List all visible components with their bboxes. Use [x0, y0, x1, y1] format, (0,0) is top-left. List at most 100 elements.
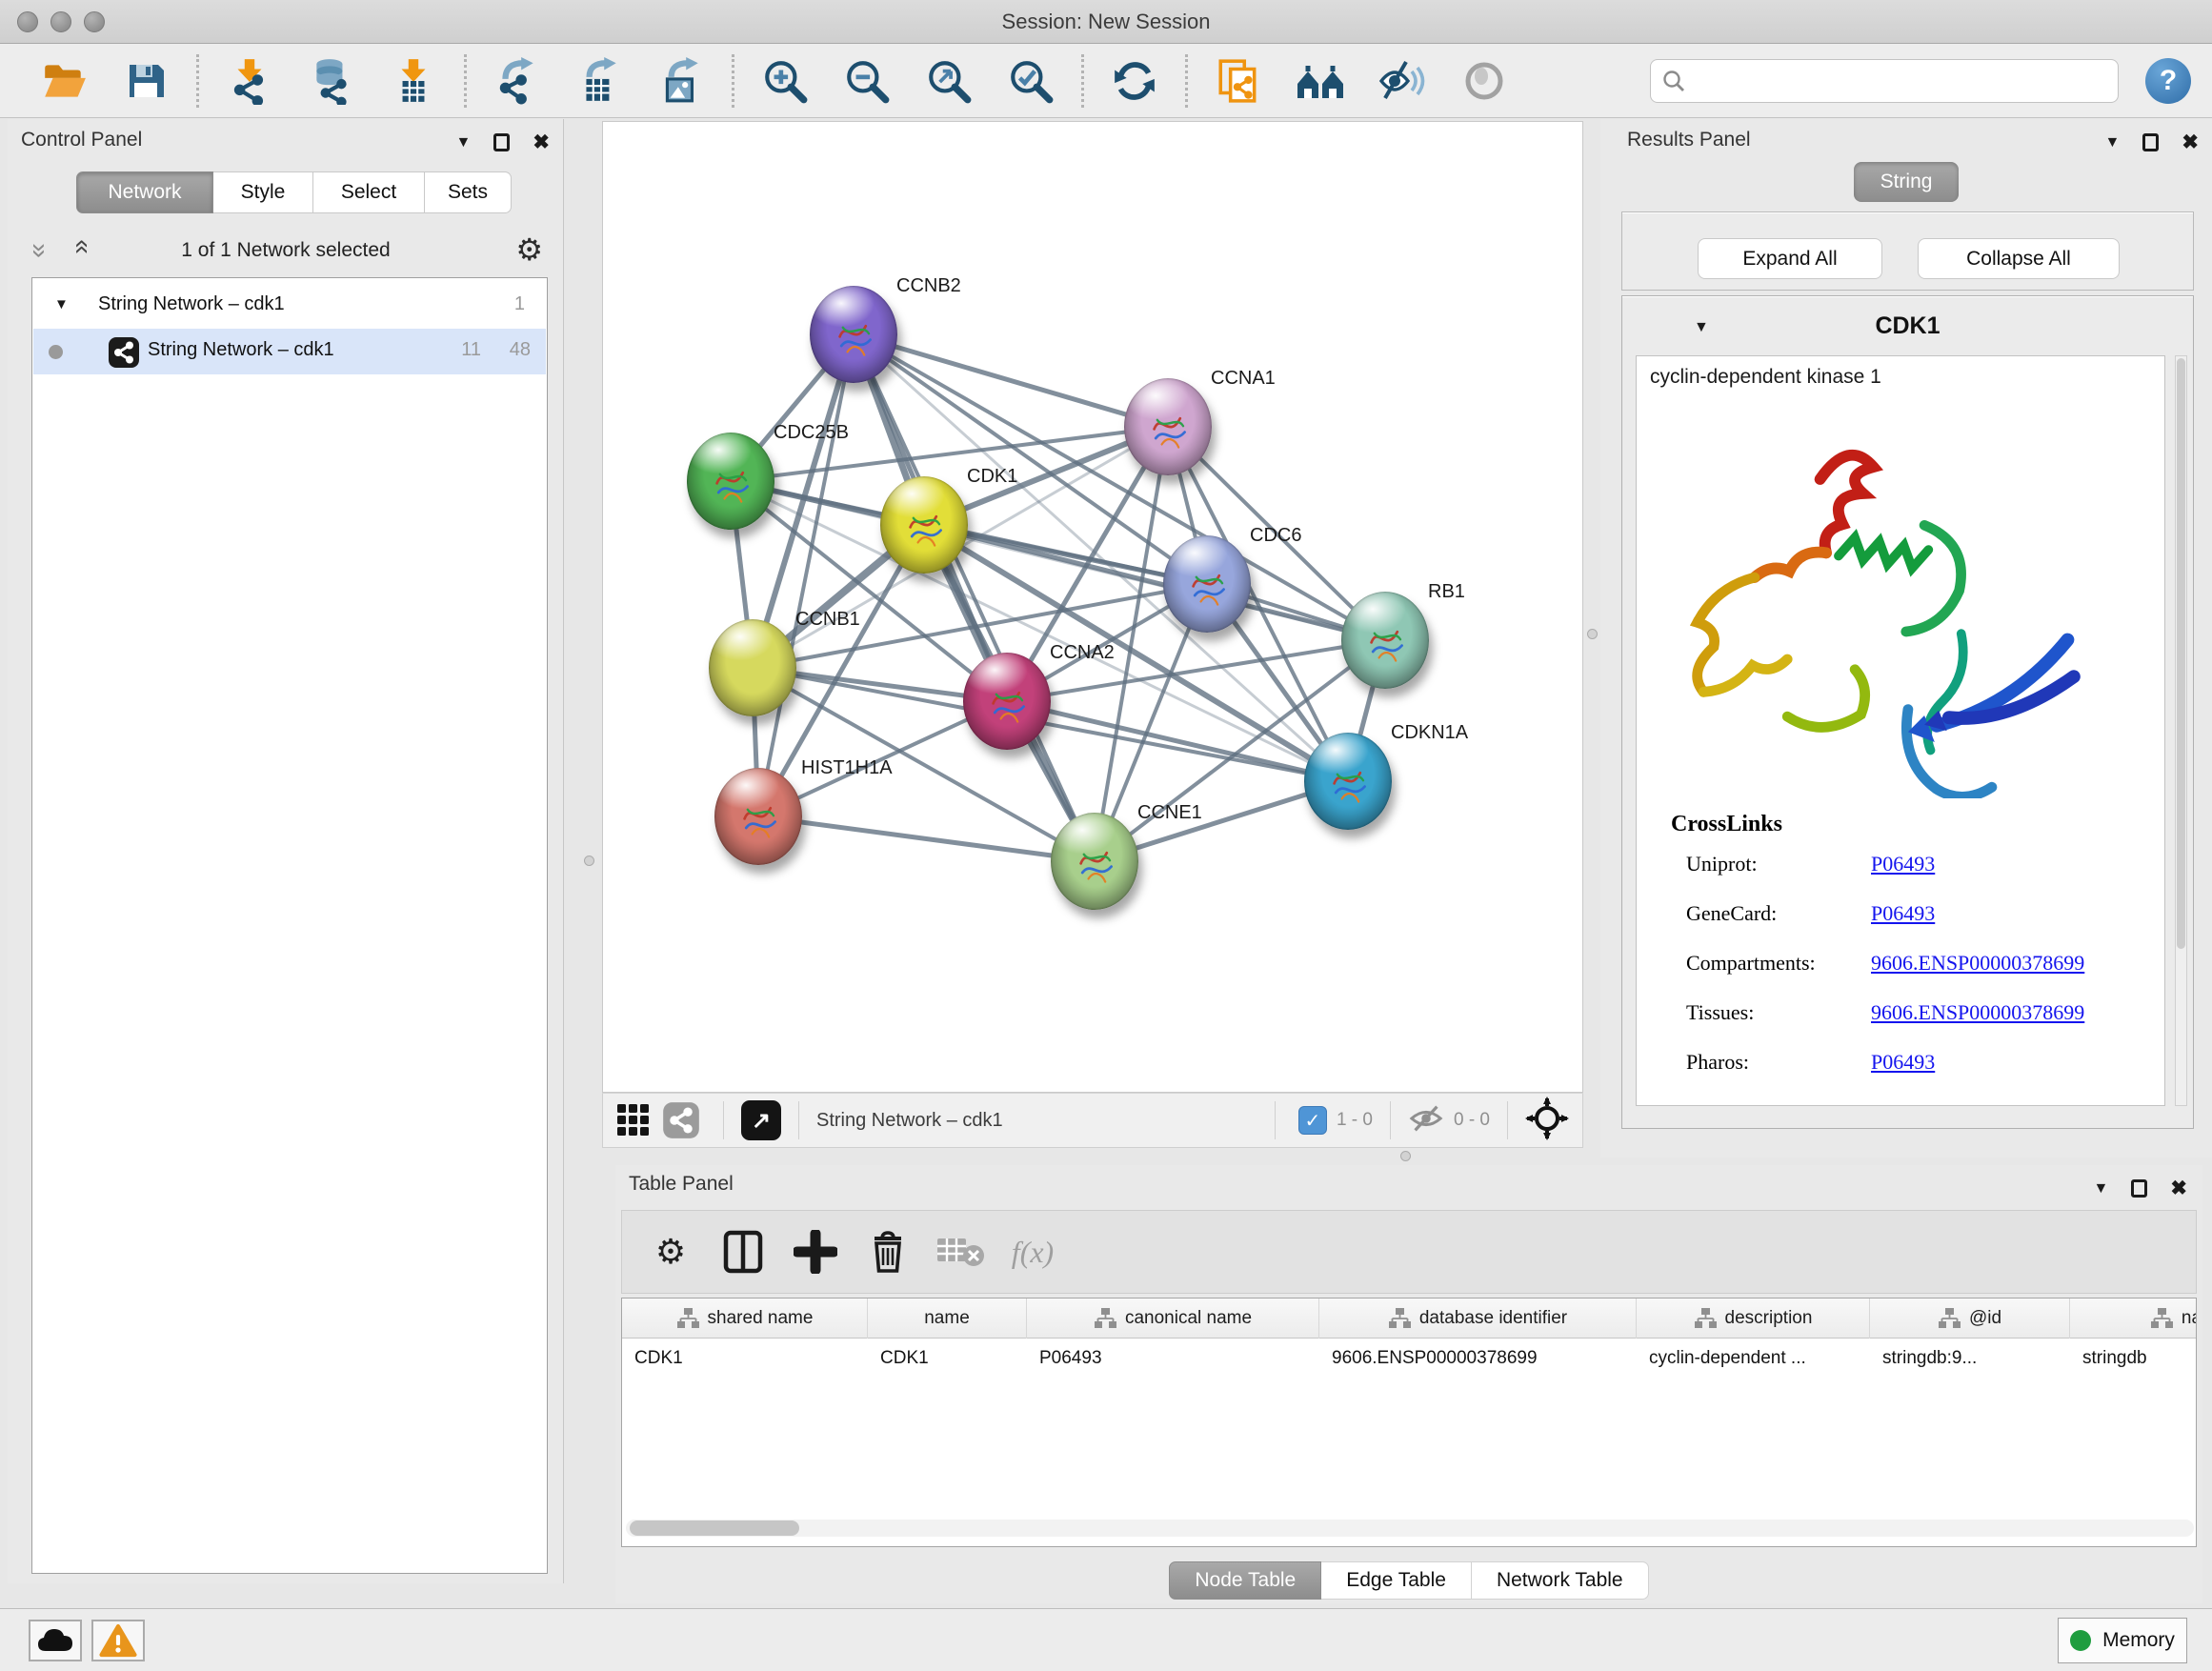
tab-network-table[interactable]: Network Table [1472, 1561, 1649, 1600]
network-canvas[interactable]: CCNB2 CCNA1 CDC25B CDK1 CDC6 RB1CCNB1 CC… [602, 121, 1583, 1093]
birds-eye-view-icon[interactable] [1525, 1097, 1569, 1145]
panel-float-icon[interactable] [2131, 1179, 2147, 1198]
string-home-icon[interactable] [1295, 55, 1346, 107]
export-image-icon[interactable] [655, 55, 707, 107]
node-label-CDC25B: CDC25B [774, 422, 849, 444]
crosslink-link[interactable]: P06493 [1871, 852, 1935, 876]
expand-all-button[interactable]: Expand All [1698, 238, 1882, 279]
delete-column-icon[interactable] [860, 1224, 915, 1279]
open-network-external-icon[interactable]: ↗ [741, 1100, 781, 1140]
zoom-fit-icon[interactable] [923, 55, 975, 107]
node-CDK1[interactable] [880, 476, 968, 574]
tab-string[interactable]: String [1854, 162, 1959, 202]
column-header-@id[interactable]: @id [1870, 1299, 2070, 1339]
results-scrollbar-thumb[interactable] [2177, 358, 2185, 949]
tab-edge-table[interactable]: Edge Table [1321, 1561, 1472, 1600]
crosslink-link[interactable]: P06493 [1871, 901, 1935, 926]
arrow-ne-glyph: ↗ [752, 1107, 771, 1135]
crosslink-link[interactable]: 9606.ENSP00000378699 [1871, 951, 2084, 976]
panel-menu-icon[interactable]: ▼ [456, 134, 472, 151]
tab-style[interactable]: Style [213, 171, 313, 213]
table-row[interactable]: CDK1CDK1P064939606.ENSP00000378699cyclin… [622, 1339, 2197, 1379]
zoom-selected-icon[interactable] [1005, 55, 1056, 107]
node-CCNB2[interactable] [810, 286, 897, 383]
open-session-icon[interactable] [38, 55, 90, 107]
panel-float-icon[interactable] [2142, 133, 2159, 151]
level-of-detail-icon[interactable] [1458, 55, 1510, 107]
node-CCNA2[interactable] [963, 653, 1051, 750]
node-CCNB1[interactable] [709, 619, 796, 716]
tab-node-table[interactable]: Node Table [1169, 1561, 1321, 1600]
panel-float-icon[interactable] [493, 133, 510, 151]
panel-close-icon[interactable]: ✖ [2182, 131, 2199, 154]
column-header-label: namespace [2182, 1308, 2197, 1329]
string-view-icon[interactable] [656, 1095, 706, 1146]
network-row-selected[interactable]: String Network – cdk1 11 48 [33, 329, 546, 374]
cloud-status-icon[interactable] [29, 1620, 82, 1661]
zoom-in-icon[interactable] [759, 55, 811, 107]
network-edges [603, 122, 1583, 1093]
table-hscrollbar[interactable] [626, 1520, 2194, 1537]
import-network-from-database-icon[interactable] [306, 55, 357, 107]
edge-CCNB2-CCNE1[interactable] [854, 334, 1095, 861]
node-CCNE1[interactable] [1051, 813, 1138, 910]
column-header-database-identifier[interactable]: database identifier [1319, 1299, 1637, 1339]
tree-expand-icon[interactable]: ▼ [54, 296, 69, 312]
export-network-icon[interactable] [492, 55, 543, 107]
grid-view-icon[interactable] [613, 1095, 654, 1146]
open-in-browser-icon[interactable] [1213, 55, 1264, 107]
table-panel-title: Table Panel [629, 1173, 734, 1196]
memory-button[interactable]: Memory [2058, 1618, 2187, 1663]
edge-HIST1H1A-CCNE1[interactable] [758, 816, 1095, 861]
crosslink-link[interactable]: P06493 [1871, 1050, 1935, 1075]
panel-close-icon[interactable]: ✖ [533, 131, 550, 154]
node-CDC6[interactable] [1163, 535, 1251, 633]
bottom-splitter-handle[interactable] [1400, 1151, 1411, 1161]
show-columns-icon[interactable] [715, 1224, 771, 1279]
tab-network[interactable]: Network [76, 171, 213, 213]
control-panel-title: Control Panel [21, 129, 142, 151]
refresh-icon[interactable] [1109, 55, 1160, 107]
create-column-icon[interactable] [788, 1224, 843, 1279]
table-options-gear-icon[interactable]: ⚙ [643, 1224, 698, 1279]
zoom-out-icon[interactable] [841, 55, 893, 107]
panel-menu-icon[interactable]: ▼ [2094, 1180, 2109, 1198]
search-input[interactable] [1650, 59, 2119, 103]
right-splitter-handle[interactable] [1587, 629, 1598, 639]
node-CCNA1[interactable] [1124, 378, 1212, 475]
column-header-name[interactable]: name [868, 1299, 1027, 1339]
help-icon[interactable]: ? [2145, 58, 2191, 104]
network-selection-row: » » 1 of 1 Network selected ⚙ [8, 232, 564, 273]
table-header-row: shared namename canonical name database … [622, 1299, 2197, 1339]
collapse-all-button[interactable]: Collapse All [1918, 238, 2120, 279]
edge-CCNB2-HIST1H1A[interactable] [758, 334, 854, 816]
node-RB1[interactable] [1341, 592, 1429, 689]
panel-menu-icon[interactable]: ▼ [2105, 134, 2121, 151]
edge-CCNB2-CCNA1[interactable] [854, 334, 1168, 427]
tab-select[interactable]: Select [313, 171, 425, 213]
left-splitter-handle[interactable] [584, 856, 594, 866]
panel-close-icon[interactable]: ✖ [2170, 1177, 2187, 1200]
warning-icon[interactable] [91, 1620, 145, 1661]
column-header-description[interactable]: description [1637, 1299, 1870, 1339]
hidden-items-icon[interactable] [1408, 1102, 1444, 1139]
export-table-icon[interactable] [573, 55, 625, 107]
selected-nodes-checkbox[interactable]: ✓ [1298, 1106, 1327, 1135]
node-CDKN1A[interactable] [1304, 733, 1392, 830]
results-panel: Results Panel ▼ ✖ String Expand All Coll… [1600, 119, 2212, 1158]
network-options-gear-icon[interactable]: ⚙ [515, 232, 543, 268]
enhance-graphics-icon[interactable] [1377, 55, 1428, 107]
import-network-icon[interactable] [224, 55, 275, 107]
column-header-namespace[interactable]: namespace [2070, 1299, 2197, 1339]
column-header-canonical-name[interactable]: canonical name [1027, 1299, 1319, 1339]
column-header-shared-name[interactable]: shared name [622, 1299, 868, 1339]
results-scrollbar[interactable] [2175, 355, 2187, 1106]
import-table-icon[interactable] [388, 55, 439, 107]
crosslink-link[interactable]: 9606.ENSP00000378699 [1871, 1000, 2084, 1025]
save-session-icon[interactable] [120, 55, 171, 107]
tab-sets[interactable]: Sets [425, 171, 512, 213]
node-CDC25B[interactable] [687, 433, 774, 530]
table-hscrollbar-thumb[interactable] [630, 1520, 799, 1536]
network-collection-row[interactable]: ▼ String Network – cdk1 1 [33, 283, 546, 329]
node-HIST1H1A[interactable] [714, 768, 802, 865]
